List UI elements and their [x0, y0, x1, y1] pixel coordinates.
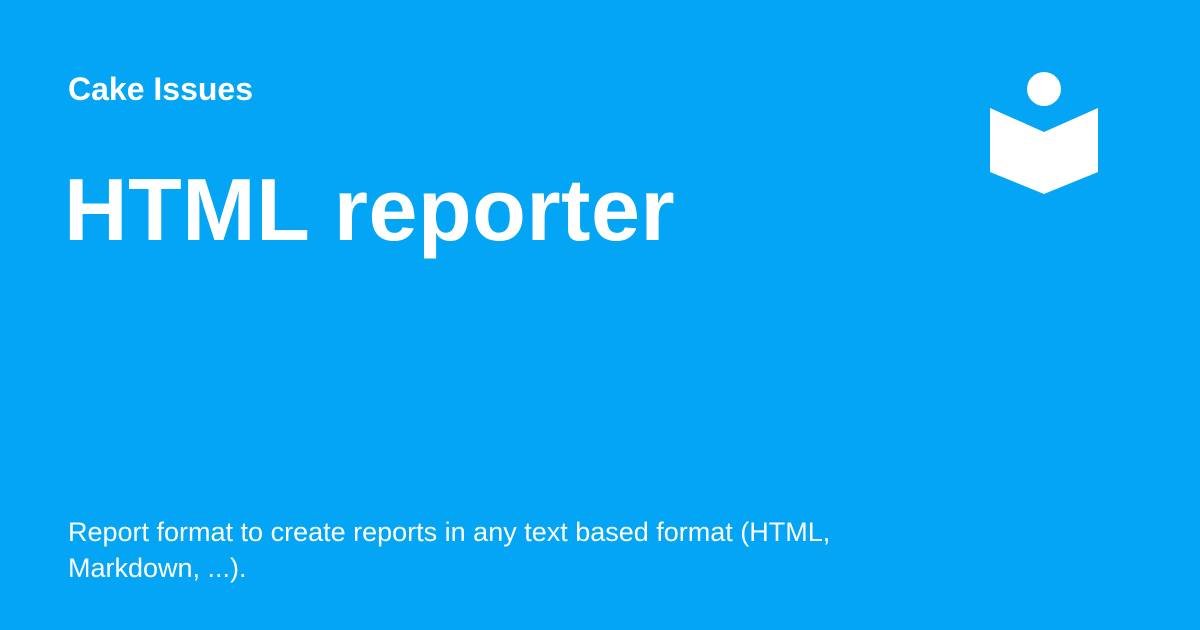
- page-title: HTML reporter: [64, 160, 676, 259]
- page-description: Report format to create reports in any t…: [68, 517, 831, 583]
- social-card: Cake Issues HTML reporter Report format …: [0, 0, 1200, 630]
- site-name: Cake Issues: [68, 71, 254, 107]
- reader-book-icon: [988, 70, 1100, 198]
